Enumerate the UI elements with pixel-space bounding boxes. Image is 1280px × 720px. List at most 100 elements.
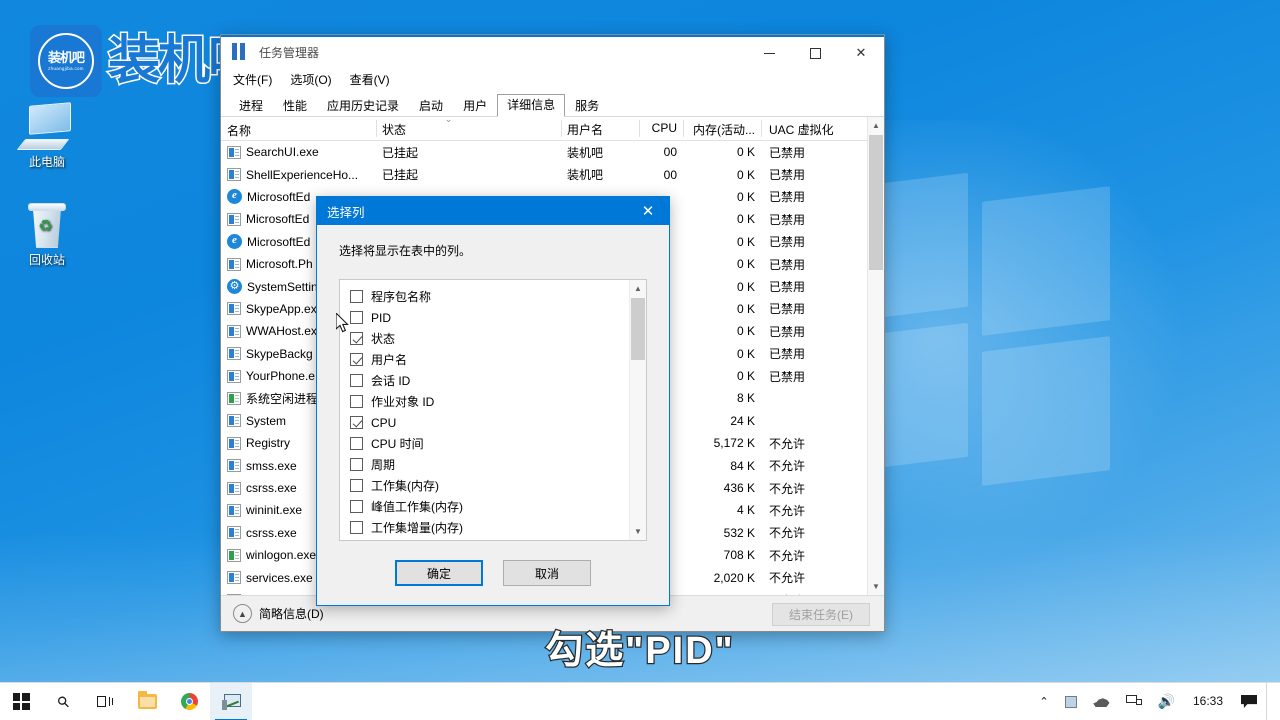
task-manager-taskbar-button[interactable] — [210, 683, 252, 720]
process-name-label: csrss.exe — [246, 526, 297, 540]
column-option-8[interactable]: 周期 — [350, 454, 646, 475]
cell-status: 已挂起 — [376, 166, 561, 183]
table-header-row: 名称 状态 用户名 CPU 内存(活动... UAC 虚拟化 ⌄ — [221, 117, 884, 141]
ok-button[interactable]: 确定 — [395, 560, 483, 586]
column-option-9[interactable]: 工作集(内存) — [350, 475, 646, 496]
chrome-button[interactable] — [168, 683, 210, 720]
table-row[interactable]: SearchUI.exe已挂起装机吧000 K已禁用 — [221, 141, 884, 163]
checkbox-icon[interactable] — [350, 458, 363, 471]
checkbox-icon[interactable] — [350, 311, 363, 324]
table-vertical-scrollbar[interactable]: ▲ ▼ — [867, 117, 884, 595]
tray-square-button[interactable] — [1058, 683, 1084, 720]
menu-view[interactable]: 查看(V) — [350, 71, 390, 88]
checkbox-icon[interactable] — [350, 521, 363, 534]
volume-icon: 🔊 — [1158, 693, 1175, 710]
column-option-4[interactable]: 会话 ID — [350, 370, 646, 391]
tab-performance[interactable]: 性能 — [273, 95, 317, 117]
chevron-up-icon: ⌃ — [1039, 695, 1048, 708]
tab-app-history[interactable]: 应用历史记录 — [317, 95, 409, 117]
taskbar-clock[interactable]: 16:33 — [1184, 695, 1232, 708]
cell-memory: 0 K — [683, 235, 761, 249]
tab-processes[interactable]: 进程 — [229, 95, 273, 117]
dialog-titlebar[interactable]: 选择列 ✕ — [317, 197, 669, 225]
volume-button[interactable]: 🔊 — [1151, 683, 1182, 720]
taskbar-search-button[interactable]: ⚲ — [42, 683, 84, 720]
tab-startup[interactable]: 启动 — [409, 95, 453, 117]
search-icon: ⚲ — [53, 691, 74, 712]
show-desktop-button[interactable] — [1266, 683, 1276, 720]
tab-services[interactable]: 服务 — [565, 95, 609, 117]
file-explorer-button[interactable] — [126, 683, 168, 720]
column-option-7[interactable]: CPU 时间 — [350, 433, 646, 454]
dialog-vertical-scrollbar[interactable]: ▲ ▼ — [629, 280, 646, 540]
menu-options[interactable]: 选项(O) — [290, 71, 331, 88]
dialog-close-button[interactable]: ✕ — [627, 197, 669, 225]
process-window-icon — [227, 504, 241, 517]
cell-uac: 已禁用 — [761, 211, 853, 228]
windows-start-icon — [13, 693, 30, 710]
column-option-label: 会话 ID — [371, 372, 410, 389]
close-icon: ✕ — [642, 202, 655, 220]
dialog-scroll-thumb[interactable] — [631, 298, 645, 360]
watermark-badge-text: 装机吧 — [48, 51, 84, 65]
maximize-button[interactable] — [792, 37, 838, 69]
scroll-up-icon[interactable]: ▲ — [868, 117, 884, 134]
checkbox-icon[interactable] — [350, 395, 363, 408]
cancel-button[interactable]: 取消 — [503, 560, 591, 586]
show-hidden-icons-button[interactable]: ⌃ — [1032, 683, 1055, 720]
minimize-button[interactable] — [746, 37, 792, 69]
sort-indicator-icon: ⌄ — [443, 117, 454, 123]
network-button[interactable] — [1119, 683, 1149, 720]
column-option-label: CPU 时间 — [371, 435, 424, 452]
tab-details[interactable]: 详细信息 — [497, 94, 565, 117]
scroll-down-icon[interactable]: ▼ — [868, 578, 884, 595]
column-option-5[interactable]: 作业对象 ID — [350, 391, 646, 412]
column-option-3[interactable]: 用户名 — [350, 349, 646, 370]
column-option-11[interactable]: 工作集增量(内存) — [350, 517, 646, 538]
column-header-cpu[interactable]: CPU — [639, 117, 683, 140]
tab-users[interactable]: 用户 — [453, 95, 497, 117]
cell-memory: 0 K — [683, 257, 761, 271]
start-button[interactable] — [0, 683, 42, 720]
checkbox-icon[interactable] — [350, 479, 363, 492]
dialog-scroll-up-icon[interactable]: ▲ — [630, 280, 646, 297]
checkbox-icon[interactable] — [350, 290, 363, 303]
desktop-icon-recycle-bin[interactable]: ♻ 回收站 — [4, 198, 90, 267]
checkbox-icon[interactable] — [350, 353, 363, 366]
window-title: 任务管理器 — [259, 44, 319, 61]
close-button[interactable]: ✕ — [838, 37, 884, 69]
scroll-thumb[interactable] — [869, 135, 883, 270]
checkbox-icon[interactable] — [350, 500, 363, 513]
column-option-6[interactable]: CPU — [350, 412, 646, 433]
column-option-1[interactable]: PID — [350, 307, 646, 328]
checkbox-icon[interactable] — [350, 416, 363, 429]
cell-username: 装机吧 — [561, 144, 639, 161]
action-center-button[interactable] — [1234, 683, 1264, 720]
column-option-2[interactable]: 状态 — [350, 328, 646, 349]
desktop-icon-this-pc[interactable]: 此电脑 — [4, 100, 90, 169]
process-window-icon — [227, 325, 241, 338]
process-window-icon — [227, 392, 241, 405]
cell-uac: 已禁用 — [761, 323, 853, 340]
menu-file[interactable]: 文件(F) — [233, 71, 272, 88]
cell-uac: 已禁用 — [761, 144, 853, 161]
checkbox-icon[interactable] — [350, 332, 363, 345]
process-window-icon — [227, 347, 241, 360]
column-header-memory[interactable]: 内存(活动... — [683, 117, 761, 140]
task-view-button[interactable] — [84, 683, 126, 720]
dialog-scroll-down-icon[interactable]: ▼ — [630, 523, 646, 540]
onedrive-button[interactable] — [1086, 683, 1117, 720]
checkbox-icon[interactable] — [350, 437, 363, 450]
column-header-name[interactable]: 名称 — [221, 117, 376, 140]
column-option-0[interactable]: 程序包名称 — [350, 286, 646, 307]
column-option-10[interactable]: 峰值工作集(内存) — [350, 496, 646, 517]
column-header-uac[interactable]: UAC 虚拟化 — [761, 117, 853, 140]
column-header-status[interactable]: 状态 — [376, 117, 561, 140]
process-name-label: WWAHost.ex — [246, 324, 317, 338]
window-titlebar[interactable]: 任务管理器 ✕ — [221, 35, 884, 67]
process-name-label: MicrosoftEd — [247, 235, 310, 249]
checkbox-icon[interactable] — [350, 374, 363, 387]
table-row[interactable]: ShellExperienceHo...已挂起装机吧000 K已禁用 — [221, 163, 884, 185]
system-tray: ⌃ 🔊 16:33 — [1032, 683, 1280, 720]
column-header-username[interactable]: 用户名 — [561, 117, 639, 140]
